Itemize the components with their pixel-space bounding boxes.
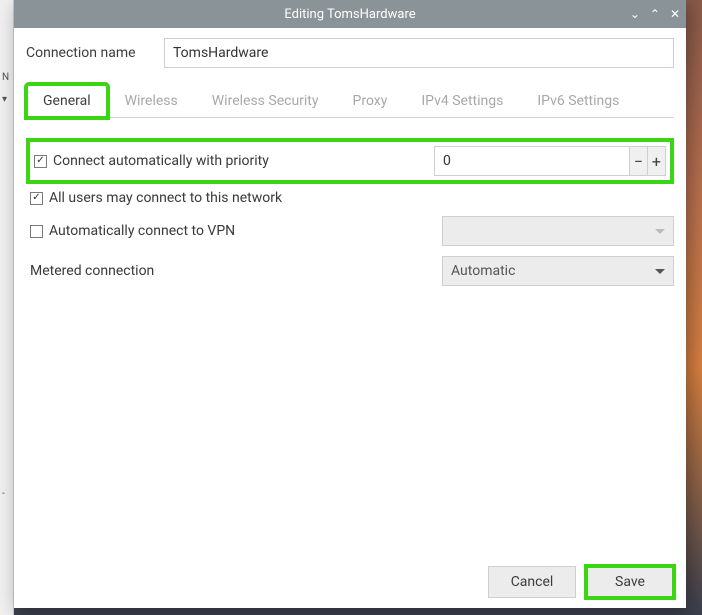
minus-icon: − <box>634 152 643 171</box>
priority-spinner: − + <box>434 146 666 176</box>
dialog-buttons: Cancel Save <box>14 556 686 608</box>
save-button[interactable]: Save <box>586 566 674 598</box>
priority-input[interactable] <box>434 146 629 176</box>
metered-label: Metered connection <box>30 263 154 279</box>
auto-vpn-row: Automatically connect to VPN <box>26 216 674 246</box>
tab-general[interactable]: General <box>26 84 108 118</box>
window-controls: ⌄ ⌃ ✕ <box>630 7 680 21</box>
metered-dropdown[interactable]: Automatic <box>442 256 674 286</box>
tab-wireless[interactable]: Wireless <box>108 84 195 117</box>
minimize-icon[interactable]: ⌄ <box>630 7 640 21</box>
all-users-row: All users may connect to this network <box>26 190 674 206</box>
priority-increment-button[interactable]: + <box>648 146 666 176</box>
tab-ipv6-settings[interactable]: IPv6 Settings <box>520 84 636 117</box>
tab-ipv4-settings[interactable]: IPv4 Settings <box>404 84 520 117</box>
tabs: General Wireless Wireless Security Proxy… <box>26 84 674 118</box>
auto-vpn-dropdown[interactable] <box>442 216 674 246</box>
metered-row: Metered connection Automatic <box>26 256 674 286</box>
dialog: Editing TomsHardware ⌄ ⌃ ✕ Connection na… <box>14 0 686 608</box>
chevron-down-icon <box>655 229 665 234</box>
side-dash: - <box>2 488 12 502</box>
auto-vpn-checkbox[interactable] <box>30 225 43 238</box>
all-users-checkbox[interactable] <box>30 192 43 205</box>
auto-connect-label: Connect automatically with priority <box>53 153 269 169</box>
window-title: Editing TomsHardware <box>14 7 686 22</box>
maximize-icon[interactable]: ⌃ <box>650 7 660 21</box>
tab-proxy[interactable]: Proxy <box>336 84 405 117</box>
auto-connect-checkbox[interactable] <box>34 155 47 168</box>
cancel-button[interactable]: Cancel <box>488 566 576 598</box>
dialog-content: Connection name General Wireless Wireles… <box>14 28 686 556</box>
all-users-label: All users may connect to this network <box>49 190 282 206</box>
metered-value: Automatic <box>451 263 515 279</box>
background-panel: N ▾ - <box>0 0 14 615</box>
connection-name-input[interactable] <box>164 38 674 68</box>
titlebar[interactable]: Editing TomsHardware ⌄ ⌃ ✕ <box>14 0 686 28</box>
side-letter: N <box>2 72 12 86</box>
tab-wireless-security[interactable]: Wireless Security <box>195 84 336 117</box>
connection-name-row: Connection name <box>26 38 674 68</box>
chevron-down-icon: ▾ <box>2 94 12 108</box>
connection-name-label: Connection name <box>26 45 154 61</box>
priority-decrement-button[interactable]: − <box>629 146 648 176</box>
chevron-down-icon <box>655 269 665 274</box>
auto-vpn-label: Automatically connect to VPN <box>49 223 235 239</box>
plus-icon: + <box>652 152 661 171</box>
tab-body-general: Connect automatically with priority − + … <box>26 128 674 546</box>
close-icon[interactable]: ✕ <box>670 7 680 21</box>
